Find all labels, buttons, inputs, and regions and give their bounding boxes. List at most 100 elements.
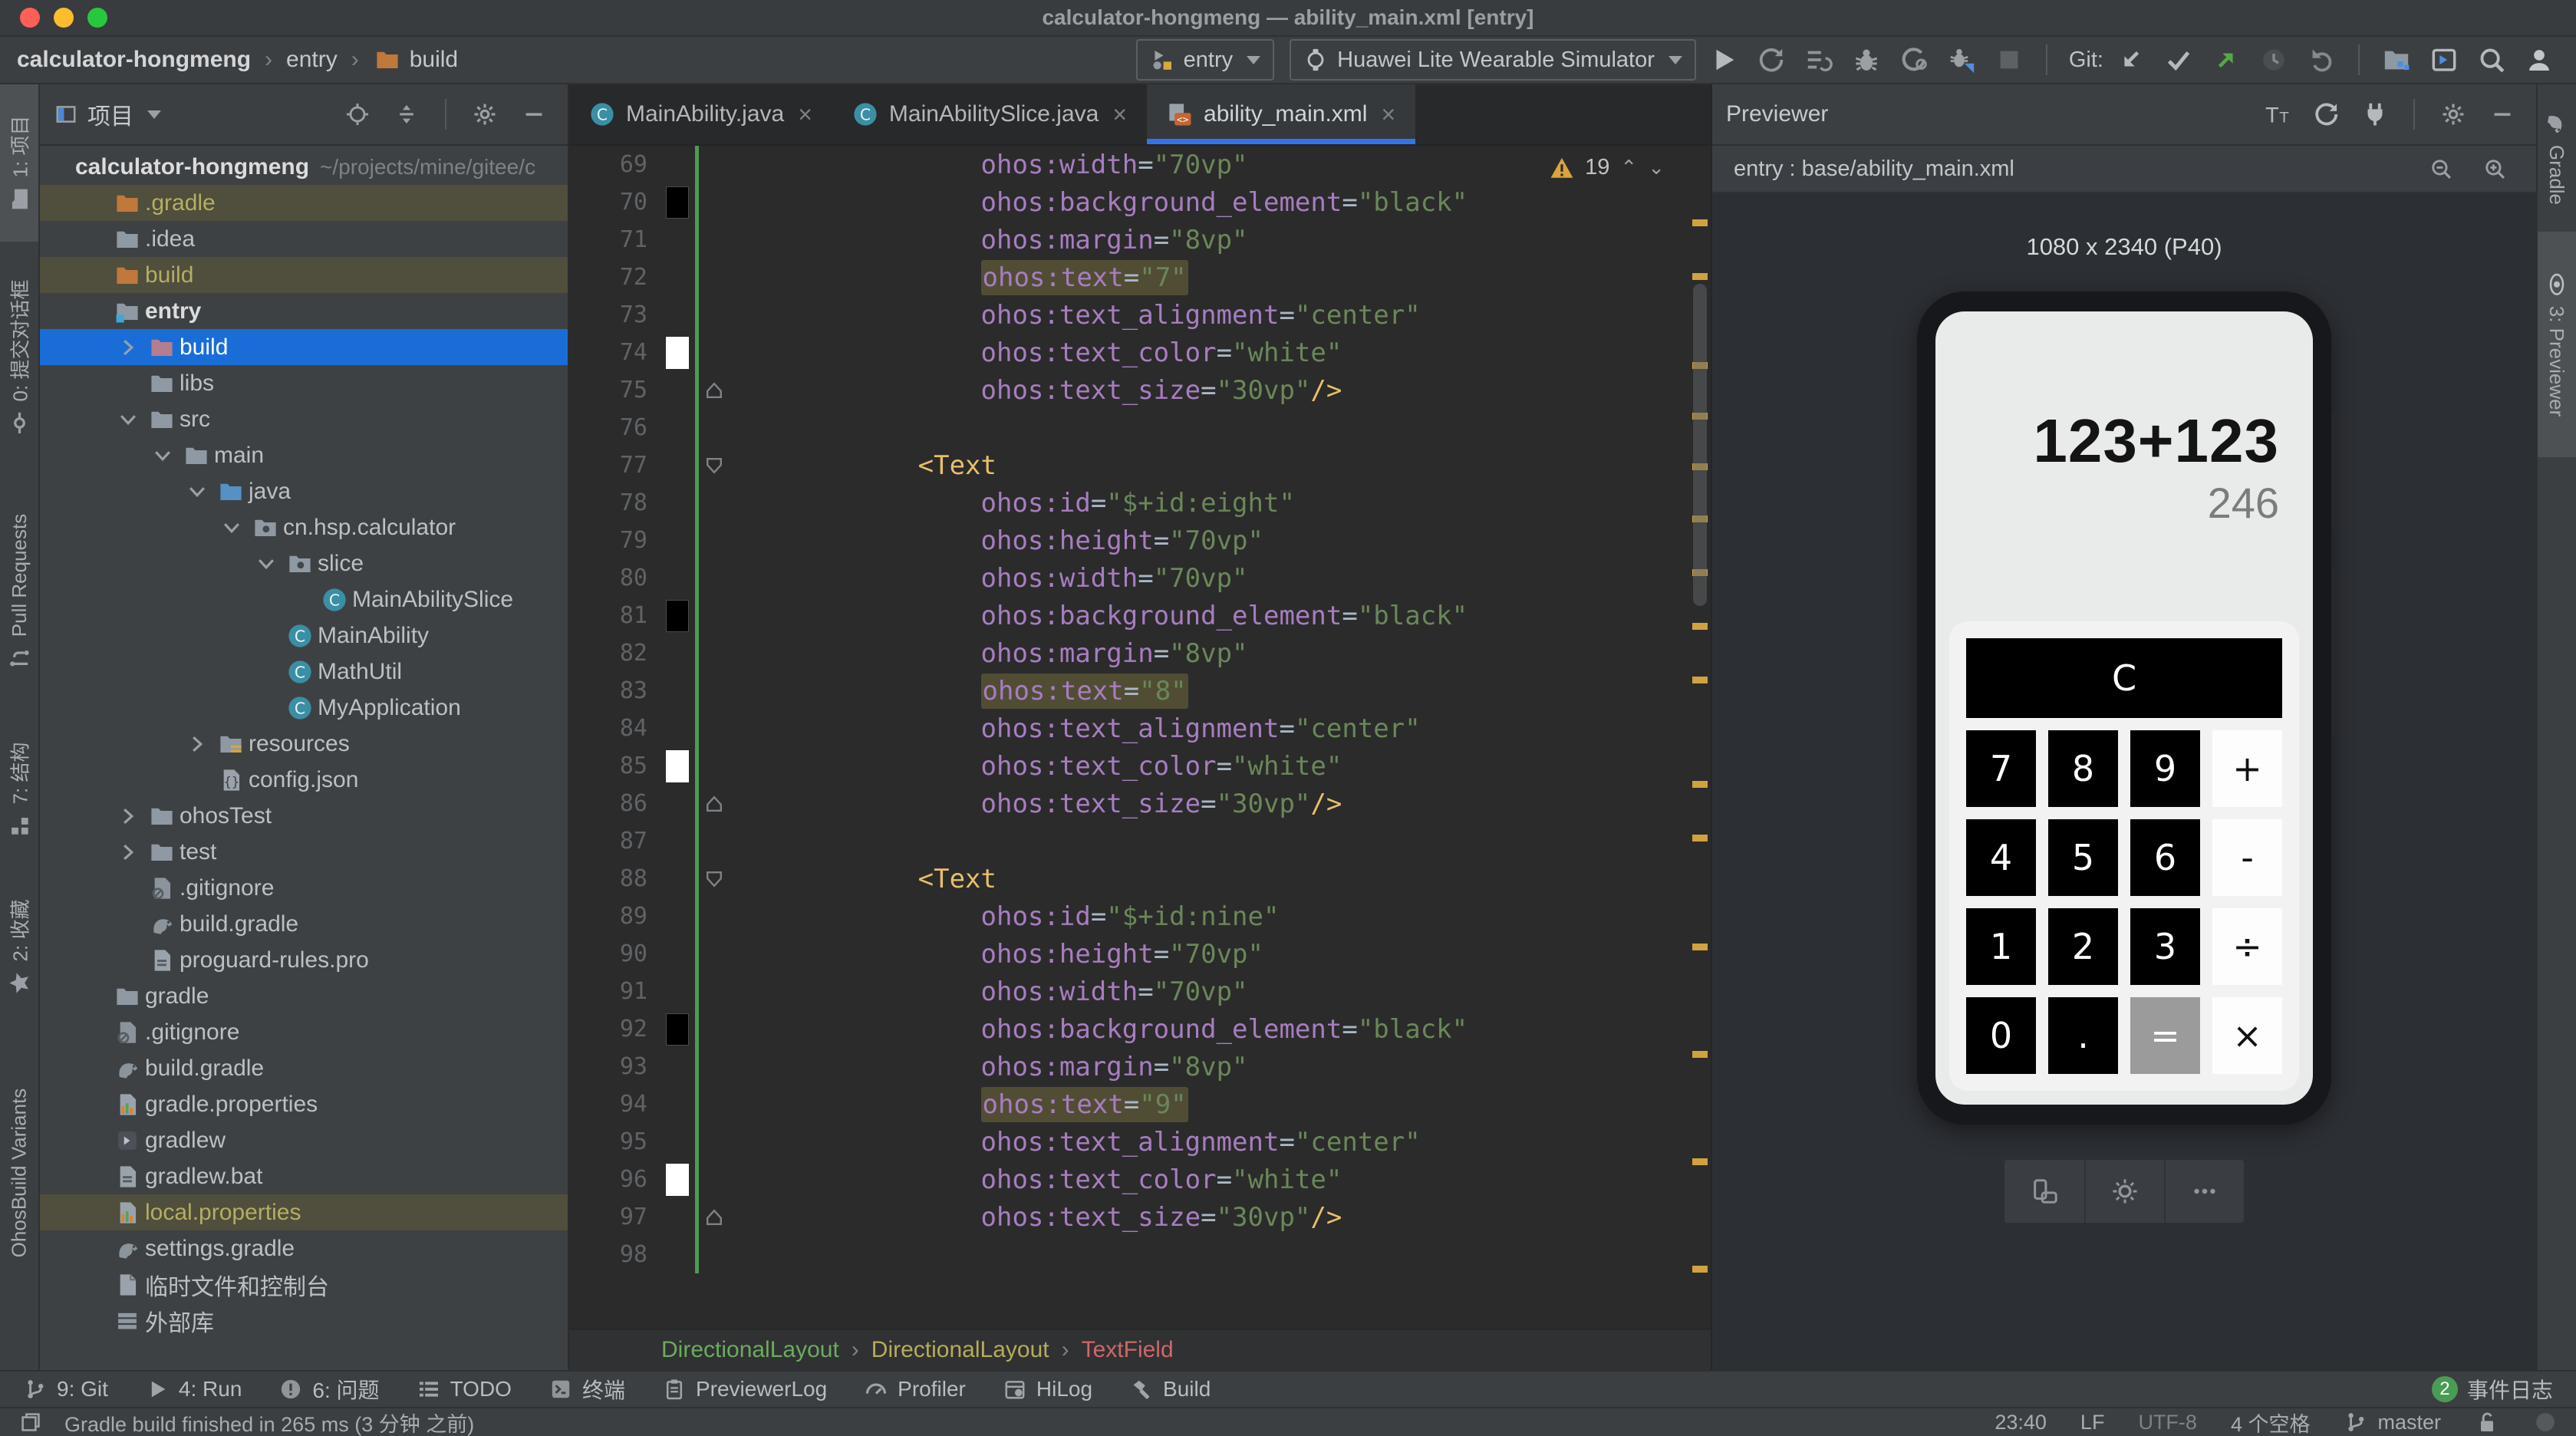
- code-line-86[interactable]: 86 ohos:text_size="30vp"/>: [569, 785, 1688, 822]
- device-select[interactable]: Huawei Lite Wearable Simulator: [1290, 39, 1696, 81]
- code-line-69[interactable]: 69 ohos:width="70vp": [569, 146, 1688, 183]
- tool-strip-item-gradle[interactable]: Gradle: [2538, 84, 2576, 232]
- code-line-77[interactable]: 77 <Text: [569, 446, 1688, 484]
- tree-item-slice[interactable]: slice: [40, 545, 568, 581]
- code-line-76[interactable]: 76: [569, 409, 1688, 446]
- code-line-82[interactable]: 82 ohos:margin="8vp": [569, 634, 1688, 672]
- code-line-88[interactable]: 88 <Text: [569, 860, 1688, 898]
- toolwindow-button-6-[interactable]: 6: 问题: [278, 1374, 380, 1405]
- calc-key-=[interactable]: =: [2130, 997, 2200, 1074]
- run-configuration-select[interactable]: entry: [1135, 39, 1275, 81]
- toolwindow-button-9-git[interactable]: 9: Git: [23, 1377, 108, 1401]
- color-preview-white-icon[interactable]: [666, 336, 689, 369]
- debug-button[interactable]: [1846, 40, 1886, 80]
- xml-breadcrumb-directionallayout[interactable]: DirectionalLayout: [871, 1337, 1049, 1363]
- calc-key--[interactable]: -: [2212, 819, 2282, 896]
- calc-key-5[interactable]: 5: [2048, 819, 2118, 896]
- tree-item-.gitignore[interactable]: .gitignore: [40, 870, 568, 906]
- code-line-75[interactable]: 75 ohos:text_size="30vp"/>: [569, 371, 1688, 409]
- breadcrumb-build[interactable]: build: [410, 47, 458, 73]
- tree-item-gradlew.bat[interactable]: gradlew.bat: [40, 1158, 568, 1194]
- warning-stripe-mark[interactable]: [1692, 835, 1708, 842]
- toolwindow-button-4-run[interactable]: 4: Run: [145, 1377, 242, 1401]
- code-line-90[interactable]: 90 ohos:height="70vp": [569, 935, 1688, 973]
- status-indent-size[interactable]: 4 个空格: [2231, 1408, 2311, 1436]
- git-history-button[interactable]: [2254, 40, 2294, 80]
- inspection-widget[interactable]: 19 ⌃ ⌄: [1550, 155, 1665, 180]
- attach-debugger-button[interactable]: [1942, 40, 1981, 80]
- status-file-encoding[interactable]: UTF-8: [2138, 1411, 2197, 1434]
- run-button[interactable]: [1704, 40, 1744, 80]
- code-line-84[interactable]: 84 ohos:text_alignment="center": [569, 710, 1688, 747]
- tool-strip-item-1-[interactable]: 1: 项目: [0, 84, 38, 242]
- code-line-93[interactable]: 93 ohos:margin="8vp": [569, 1048, 1688, 1085]
- zoom-window-button[interactable]: [87, 8, 107, 28]
- toolwindow-button-profiler[interactable]: Profiler: [864, 1377, 966, 1401]
- tree-item-gradle[interactable]: gradle: [40, 978, 568, 1014]
- tree-item--[interactable]: 临时文件和控制台: [40, 1266, 568, 1303]
- tool-strip-item-ohosbuild-variants[interactable]: OhosBuild Variants: [0, 1026, 38, 1329]
- code-line-72[interactable]: 72 ohos:text="7": [569, 259, 1688, 296]
- error-stripe[interactable]: [1688, 146, 1711, 1329]
- git-push-button[interactable]: [2206, 40, 2246, 80]
- tree-item-resources[interactable]: resources: [40, 726, 568, 762]
- calc-key-2[interactable]: 2: [2048, 908, 2118, 985]
- code-line-85[interactable]: 85 ohos:text_color="white": [569, 747, 1688, 785]
- collapse-all-button[interactable]: [387, 94, 427, 134]
- prev-warning-button[interactable]: ⌃: [1620, 156, 1637, 180]
- calc-key-dot[interactable]: .: [2048, 997, 2118, 1074]
- zoom-in-button[interactable]: [2475, 149, 2515, 189]
- warning-stripe-mark[interactable]: [1692, 1051, 1708, 1058]
- calc-key-clear[interactable]: C: [1966, 638, 2282, 718]
- previewer-settings-button[interactable]: [2433, 94, 2473, 134]
- calc-key-4[interactable]: 4: [1966, 819, 2036, 896]
- font-size-button[interactable]: TT: [2257, 94, 2297, 134]
- color-preview-white-icon[interactable]: [666, 749, 689, 782]
- tree-item-test[interactable]: test: [40, 834, 568, 870]
- tree-item-entry[interactable]: entry: [40, 293, 568, 329]
- code-line-71[interactable]: 71 ohos:margin="8vp": [569, 221, 1688, 259]
- tab-mainability.java[interactable]: C MainAbility.java ×: [569, 84, 832, 144]
- code-area[interactable]: 69 ohos:width="70vp" 70 ohos:background_e…: [569, 146, 1711, 1329]
- run-tasks-icon[interactable]: [1799, 40, 1839, 80]
- breadcrumb-entry[interactable]: entry: [286, 47, 338, 73]
- chevron-down-icon[interactable]: [147, 110, 161, 119]
- close-tab-icon[interactable]: ×: [798, 100, 812, 129]
- code-line-73[interactable]: 73 ohos:text_alignment="center": [569, 296, 1688, 334]
- status-git-branch[interactable]: master: [2344, 1410, 2441, 1434]
- tree-item-build.gradle[interactable]: build.gradle: [40, 906, 568, 942]
- code-line-80[interactable]: 80 ohos:width="70vp": [569, 559, 1688, 597]
- warning-stripe-mark[interactable]: [1692, 273, 1708, 280]
- git-rollback-button[interactable]: [2301, 40, 2341, 80]
- search-everywhere-button[interactable]: [2472, 40, 2512, 80]
- minimize-window-button[interactable]: [54, 8, 74, 28]
- tree-item-settings.gradle[interactable]: settings.gradle: [40, 1230, 568, 1266]
- breadcrumb-project[interactable]: calculator-hongmeng: [17, 47, 251, 73]
- warning-stripe-mark[interactable]: [1692, 219, 1708, 226]
- project-structure-button[interactable]: [2377, 40, 2416, 80]
- calc-key-9[interactable]: 9: [2130, 730, 2200, 807]
- warning-stripe-mark[interactable]: [1692, 623, 1708, 630]
- tab-mainabilityslice.java[interactable]: C MainAbilitySlice.java ×: [832, 84, 1147, 144]
- toolwindow-button--[interactable]: 终端: [548, 1374, 625, 1405]
- code-line-81[interactable]: 81 ohos:background_element="black": [569, 597, 1688, 634]
- color-preview-black-icon[interactable]: [666, 599, 689, 632]
- code-line-87[interactable]: 87: [569, 822, 1688, 860]
- toolwindow-toggle-icon[interactable]: [18, 1410, 43, 1434]
- close-tab-icon[interactable]: ×: [1381, 100, 1395, 129]
- editor-scrollbar[interactable]: [1693, 284, 1707, 606]
- toolwindow-button-build[interactable]: Build: [1129, 1377, 1211, 1401]
- plugin-button[interactable]: [2355, 94, 2395, 134]
- close-tab-icon[interactable]: ×: [1112, 100, 1127, 129]
- tree-item-mainabilityslice[interactable]: C MainAbilitySlice: [40, 581, 568, 618]
- tool-strip-item-0-[interactable]: 0: 提交对话框: [0, 242, 38, 473]
- warning-stripe-mark[interactable]: [1692, 944, 1708, 950]
- tree-item-build[interactable]: build: [40, 329, 568, 365]
- restart-button[interactable]: [1751, 40, 1791, 80]
- calc-key-6[interactable]: 6: [2130, 819, 2200, 896]
- tab-ability_main.xml[interactable]: <> ability_main.xml ×: [1147, 84, 1416, 144]
- project-view-title[interactable]: 项目: [87, 97, 133, 131]
- tool-strip-item-7-[interactable]: 7: 结构: [0, 711, 38, 868]
- brightness-button[interactable]: [2084, 1160, 2164, 1223]
- warning-stripe-mark[interactable]: [1692, 1158, 1708, 1165]
